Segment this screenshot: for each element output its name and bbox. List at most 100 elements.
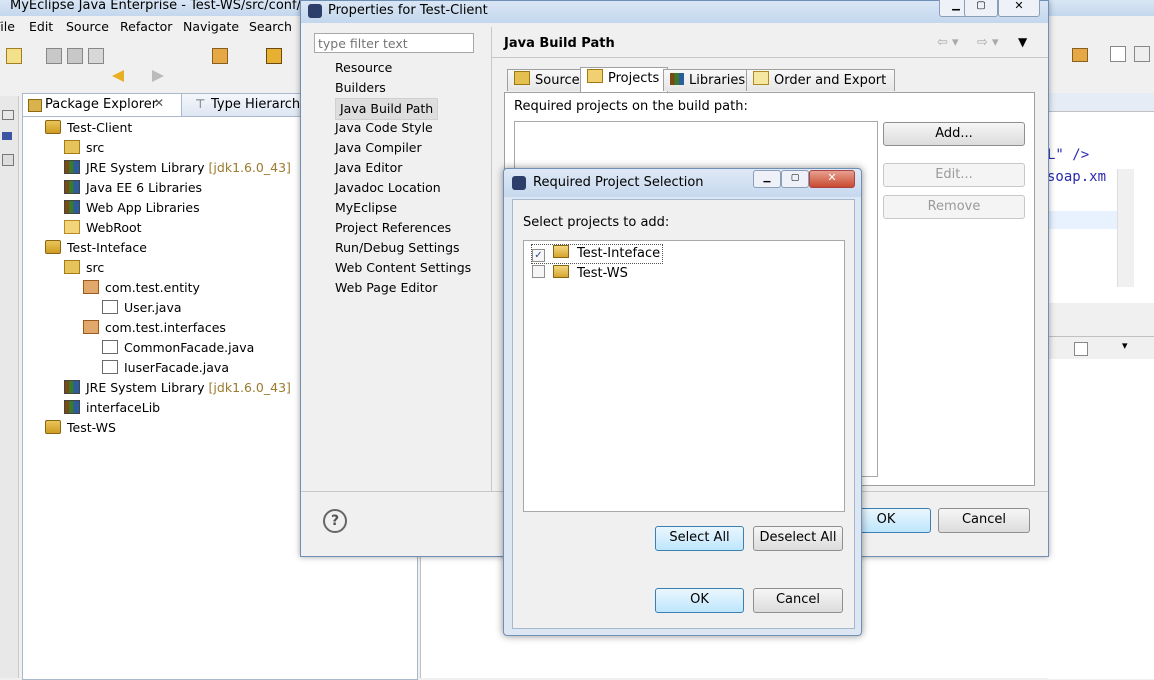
projects-icon <box>587 69 603 83</box>
forward-arrow-icon[interactable] <box>152 70 164 82</box>
editor-header <box>1049 93 1154 112</box>
selection-title-bar: Required Project Selection ▁ ▢ ✕ <box>504 169 861 197</box>
properties-title: Properties for Test-Client <box>328 3 488 18</box>
filter-input[interactable] <box>314 33 474 53</box>
new-icon[interactable] <box>6 48 22 64</box>
deselect-all-button[interactable]: Deselect All <box>753 526 843 551</box>
server-icon[interactable] <box>212 48 228 64</box>
tab-package-explorer[interactable]: Package Explorer ✕ <box>23 94 182 116</box>
editor-area: L" /> soap.xm <box>1047 93 1154 303</box>
checkbox[interactable] <box>532 265 545 278</box>
tree-item[interactable]: Web App Libraries <box>64 198 200 218</box>
project-checklist-label: Test-WS <box>577 266 628 281</box>
selection-cancel-button[interactable]: Cancel <box>753 588 843 613</box>
add-button[interactable]: Add... <box>883 122 1025 146</box>
forward-nav-icon[interactable]: ⇨ ▾ <box>977 35 999 50</box>
nav-item[interactable]: Java Build Path <box>335 98 439 120</box>
tree-item[interactable]: src <box>64 258 104 278</box>
page-menu-icon[interactable]: ▼ <box>1018 35 1027 49</box>
maximize-button[interactable]: ▢ <box>964 0 998 17</box>
tree-item[interactable]: src <box>64 138 104 158</box>
nav-item[interactable]: MyEclipse <box>335 198 397 218</box>
folder-icon <box>64 220 80 234</box>
menu-refactor[interactable]: Refactor <box>120 19 172 34</box>
save-icon[interactable] <box>46 48 62 64</box>
checkbox[interactable]: ✓ <box>532 249 545 262</box>
menu-edit[interactable]: Edit <box>29 19 53 34</box>
project-checklist-item[interactable]: Test-WS <box>532 265 628 283</box>
nav-item[interactable]: Web Content Settings <box>335 258 471 278</box>
close-icon[interactable]: ✕ <box>154 96 164 110</box>
view-menu-icon[interactable]: ▾ <box>1122 339 1128 352</box>
nav-item[interactable]: Java Editor <box>335 158 402 178</box>
remove-button[interactable]: Remove <box>883 195 1025 219</box>
tree-item-label: interfaceLib <box>86 400 161 415</box>
package-explorer-tab-label: Package Explorer <box>45 97 158 112</box>
nav-item[interactable]: Javadoc Location <box>335 178 441 198</box>
tree-item[interactable]: JRE System Library [jdk1.6.0_43] <box>64 158 291 178</box>
nav-item[interactable]: Web Page Editor <box>335 278 437 298</box>
tree-item[interactable]: Test-WS <box>45 418 116 438</box>
outline-view-icon[interactable] <box>2 132 12 140</box>
open-perspective-icon[interactable] <box>1110 46 1126 62</box>
new-item-icon[interactable] <box>1074 342 1088 356</box>
nav-item[interactable]: Project References <box>335 218 451 238</box>
tree-item-label: Test-Inteface <box>67 240 147 255</box>
tab-order-export[interactable]: Order and Export <box>746 69 896 91</box>
editor-scrollbar[interactable] <box>1117 169 1134 287</box>
minimize-button[interactable]: ▁ <box>753 170 781 188</box>
edit-button[interactable]: Edit... <box>883 163 1025 187</box>
tree-item-label: CommonFacade.java <box>124 340 255 355</box>
close-button[interactable]: ✕ <box>809 170 855 188</box>
tree-item[interactable]: com.test.interfaces <box>83 318 226 338</box>
selection-ok-button[interactable]: OK <box>655 588 744 613</box>
tab-libraries[interactable]: Libraries <box>663 69 755 91</box>
select-all-button[interactable]: Select All <box>655 526 744 551</box>
page-title: Java Build Path <box>504 36 615 51</box>
tree-item[interactable]: Java EE 6 Libraries <box>64 178 202 198</box>
tree-item-label: src <box>86 260 105 275</box>
menu-search[interactable]: Search <box>249 19 292 34</box>
maximize-button[interactable]: ▢ <box>781 170 809 188</box>
print-icon[interactable] <box>88 48 104 64</box>
tree-item[interactable]: com.test.entity <box>83 278 200 298</box>
tree-item[interactable]: IuserFacade.java <box>102 358 229 378</box>
nav-item[interactable]: Run/Debug Settings <box>335 238 460 258</box>
properties-cancel-button[interactable]: Cancel <box>938 508 1030 533</box>
cube-icon[interactable] <box>266 48 282 64</box>
workspace-icon[interactable] <box>1134 46 1150 62</box>
tree-item[interactable]: interfaceLib <box>64 398 160 418</box>
minimized-view-icon[interactable] <box>2 110 14 120</box>
nav-item[interactable]: Resource <box>335 58 392 78</box>
nav-item[interactable]: Builders <box>335 78 386 98</box>
menu-file[interactable]: File <box>0 19 15 34</box>
tree-item[interactable]: User.java <box>102 298 182 318</box>
tree-item[interactable]: Test-Client <box>45 118 132 138</box>
tree-item-label: Test-Client <box>67 120 133 135</box>
tree-item[interactable]: JRE System Library [jdk1.6.0_43] <box>64 378 291 398</box>
tab-source[interactable]: Source <box>507 69 589 91</box>
project-checklist-item[interactable]: ✓ Test-Inteface <box>531 244 664 264</box>
help-icon[interactable]: ? <box>323 509 347 533</box>
console-view-icon[interactable] <box>2 154 14 166</box>
tree-item[interactable]: Test-Inteface <box>45 238 147 258</box>
tree-item-label: User.java <box>124 300 182 315</box>
back-arrow-icon[interactable] <box>112 70 124 82</box>
back-nav-icon[interactable]: ⇦ ▾ <box>937 35 959 50</box>
properties-title-bar: Properties for Test-Client ▁ ▢ ✕ <box>301 0 1048 23</box>
java-file-icon <box>102 360 118 374</box>
tree-item[interactable]: CommonFacade.java <box>102 338 254 358</box>
nav-item[interactable]: Java Code Style <box>335 118 433 138</box>
lower-right-panel: ▾ <box>1048 336 1154 679</box>
menu-source[interactable]: Source <box>66 19 109 34</box>
nav-item[interactable]: Java Compiler <box>335 138 422 158</box>
save-all-icon[interactable] <box>67 48 83 64</box>
package-icon <box>83 280 99 294</box>
close-button[interactable]: ✕ <box>998 0 1040 17</box>
menu-navigate[interactable]: Navigate <box>183 19 239 34</box>
tab-projects[interactable]: Projects <box>580 67 669 93</box>
tree-item-label: Web App Libraries <box>86 200 200 215</box>
perspective-icon[interactable] <box>1072 48 1088 62</box>
tree-item[interactable]: WebRoot <box>64 218 142 238</box>
library-icon <box>64 180 80 194</box>
